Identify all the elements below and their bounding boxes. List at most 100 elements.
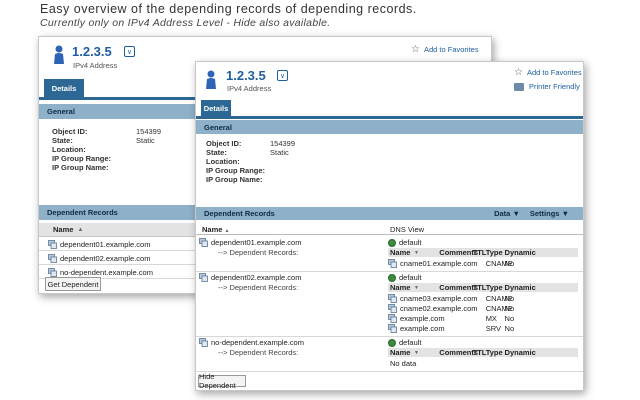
inner-record-dynamic: No	[504, 314, 515, 323]
inner-table-row[interactable]: example.com MX No	[388, 314, 578, 323]
inner-table-row[interactable]: example.com SRV No	[388, 324, 578, 333]
record-name: dependent02.example.com	[211, 273, 302, 282]
dependent-records-label: --> Dependent Records:	[218, 283, 299, 292]
person-icon	[205, 70, 217, 90]
inner-table-header: Name Comments TTL Type Dynamic ▼	[388, 348, 578, 357]
back-page-title: 1.2.3.5	[72, 44, 112, 59]
front-dependent-records-header: Dependent Records Data ▼ Settings ▼	[196, 207, 583, 220]
table-row[interactable]: dependent01.example.com	[199, 238, 301, 247]
property-label: IP Group Range:	[206, 166, 266, 175]
inner-record-name-text: example.com	[400, 324, 445, 333]
property-value: Static	[136, 136, 155, 145]
data-menu[interactable]: Data ▼	[494, 209, 520, 218]
record-icon	[388, 294, 397, 303]
inner-col-ttl[interactable]: TTL	[473, 248, 487, 257]
get-dependent-button[interactable]: Get Dependent	[45, 277, 101, 291]
inner-col-type[interactable]: Type	[486, 348, 503, 357]
dns-view-label: default	[399, 238, 422, 247]
inner-col-type[interactable]: Type	[486, 248, 503, 257]
table-row[interactable]: no-dependent.example.com	[199, 338, 304, 347]
name-col-label: Name	[202, 225, 223, 234]
settings-menu[interactable]: Settings ▼	[530, 209, 569, 218]
property-label: IP Group Name:	[206, 175, 263, 184]
star-icon: ☆	[411, 44, 420, 55]
record-name: dependent01.example.com	[60, 239, 151, 249]
inner-col-name[interactable]: Name	[390, 248, 410, 257]
dns-view-label: default	[399, 273, 422, 282]
property-label: IP Group Name:	[52, 163, 109, 172]
dns-view-column-header[interactable]: DNS View	[390, 225, 424, 234]
property-value: Static	[270, 148, 289, 157]
inner-record-name: example.com	[388, 324, 445, 333]
inner-record-name: cname01.example.com	[388, 259, 478, 268]
inner-record-name-text: cname02.example.com	[400, 304, 478, 313]
front-add-to-favorites-link[interactable]: ☆ Add to Favorites	[514, 67, 582, 78]
record-name: no-dependent.example.com	[60, 267, 153, 277]
inner-record-dynamic: No	[504, 324, 515, 333]
chevron-down-icon[interactable]: ∨	[124, 46, 135, 57]
front-properties: Object ID: 154399 State: Static Location: IP …	[206, 139, 406, 184]
table-row[interactable]: dependent02.example.com	[199, 273, 301, 282]
star-icon: ☆	[514, 67, 523, 78]
record-icon	[388, 314, 397, 323]
property-row: State: Static	[206, 148, 406, 157]
back-add-to-favorites-link[interactable]: ☆ Add to Favorites	[411, 44, 479, 55]
inner-col-type[interactable]: Type	[486, 283, 503, 292]
property-value: 154399	[270, 139, 296, 148]
property-label: IP Group Range:	[52, 154, 112, 163]
caret-down-icon: ▼	[414, 284, 419, 291]
inner-col-dynamic[interactable]: Dynamic	[505, 348, 536, 357]
front-header: 1.2.3.5 ∨ IPv4 Address ☆ Add to Favorite…	[196, 62, 583, 98]
inner-col-ttl[interactable]: TTL	[473, 283, 487, 292]
data-menu-label: Data	[494, 209, 511, 218]
back-favorites-label: Add to Favorites	[423, 45, 479, 54]
hide-dependent-button[interactable]: Hide Dependent	[198, 372, 246, 390]
property-row: Object ID: 154399	[206, 139, 406, 148]
chevron-down-icon[interactable]: ∨	[277, 70, 288, 81]
property-value: 154399	[136, 127, 162, 136]
sort-asc-icon: ▲	[224, 228, 230, 234]
front-favorites-label: Add to Favorites	[526, 68, 582, 77]
settings-menu-label: Settings	[529, 209, 560, 218]
inner-record-type: MX	[485, 314, 497, 323]
caption-line-1: Easy overview of the depending records o…	[40, 2, 417, 16]
property-label: State:	[52, 136, 73, 145]
no-data-text: No data	[390, 359, 417, 368]
caret-down-icon: ▼	[414, 349, 419, 356]
front-table-header: Name ▲ DNS View	[196, 225, 583, 235]
record-group: dependent01.example.com --> Dependent Rec…	[196, 236, 583, 272]
inner-table-row[interactable]: cname01.example.com CNAME No	[388, 259, 578, 268]
inner-col-ttl[interactable]: TTL	[473, 348, 487, 357]
inner-table-row[interactable]: cname02.example.com CNAME No	[388, 304, 578, 313]
person-icon	[53, 45, 65, 65]
inner-record-name: cname02.example.com	[388, 304, 478, 313]
inner-record-name: example.com	[388, 314, 445, 323]
printer-friendly-label: Printer Friendly	[529, 82, 580, 91]
sort-asc-icon: ▲	[77, 226, 84, 233]
inner-col-dynamic[interactable]: Dynamic	[505, 248, 536, 257]
record-icon	[199, 273, 208, 282]
printer-friendly-link[interactable]: Printer Friendly	[514, 82, 580, 91]
record-icon	[48, 253, 57, 263]
printer-icon	[514, 82, 524, 91]
front-tab-details[interactable]: Details	[201, 100, 231, 116]
dns-view-icon	[388, 238, 396, 247]
record-name: dependent01.example.com	[211, 238, 302, 247]
inner-record-name-text: cname01.example.com	[400, 259, 478, 268]
dns-view-default: default	[388, 238, 422, 247]
back-tab-details[interactable]: Details	[44, 79, 84, 97]
property-row: IP Group Name:	[206, 175, 406, 184]
front-general-header: General	[196, 120, 583, 134]
name-column-header[interactable]: Name ▲	[202, 225, 229, 234]
dependent-records-label: --> Dependent Records:	[218, 248, 299, 257]
inner-col-name[interactable]: Name	[390, 348, 410, 357]
inner-col-dynamic[interactable]: Dynamic	[505, 283, 536, 292]
inner-record-name: cname03.example.com	[388, 294, 478, 303]
inner-table-row[interactable]: cname03.example.com CNAME No	[388, 294, 578, 303]
inner-record-type: SRV	[485, 324, 501, 333]
dns-view-icon	[388, 338, 396, 347]
dns-view-default: default	[388, 338, 422, 347]
record-icon	[388, 259, 397, 268]
inner-record-dynamic: No	[504, 304, 515, 313]
inner-col-name[interactable]: Name	[390, 283, 410, 292]
